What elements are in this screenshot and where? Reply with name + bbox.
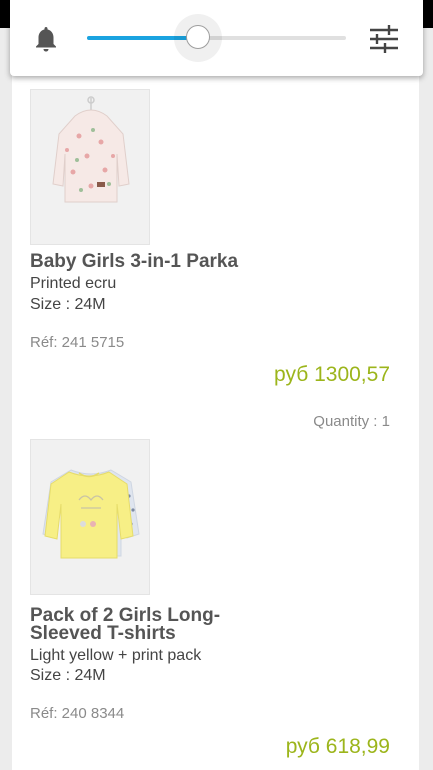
product-variant: Printed ecru	[30, 275, 117, 292]
product-price: руб 1300,57	[274, 363, 390, 386]
product-name[interactable]: Pack of 2 Girls Long-Sleeved T-shirts	[30, 606, 260, 643]
product-size: Size : 24M	[30, 667, 106, 684]
product-ref: Réf: 240 8344	[30, 705, 125, 722]
product-price: руб 618,99	[285, 735, 390, 758]
tune-sliders-icon[interactable]	[368, 24, 400, 54]
product-quantity: Quantity : 1	[313, 413, 390, 430]
volume-panel	[10, 0, 423, 76]
bell-icon[interactable]	[33, 25, 59, 53]
product-ref: Réf: 241 5715	[30, 334, 125, 351]
product-size: Size : 24M	[30, 296, 106, 313]
cart-item: Pack of 2 Girls Long-Sleeved T-shirts Li…	[30, 439, 390, 770]
cart-item: Baby Girls 3-in-1 Parka Printed ecru Siz…	[30, 89, 390, 434]
product-variant: Light yellow + print pack	[30, 647, 202, 664]
product-name[interactable]: Baby Girls 3-in-1 Parka	[30, 252, 260, 271]
product-image[interactable]	[30, 89, 150, 245]
product-image[interactable]	[30, 439, 150, 595]
